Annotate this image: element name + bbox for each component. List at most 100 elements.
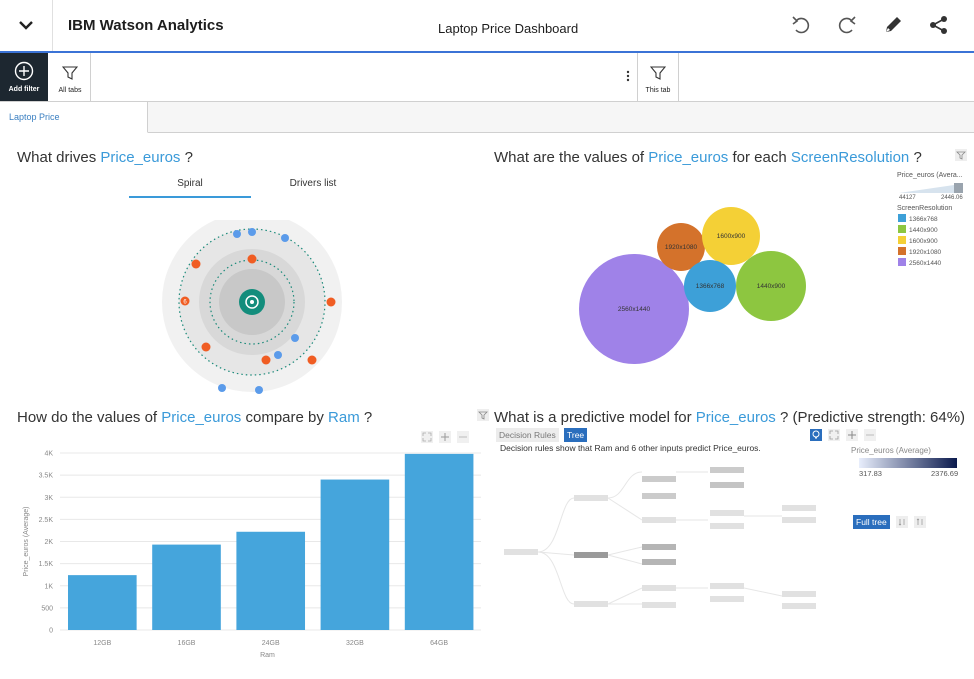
filter-icon[interactable] <box>477 408 489 421</box>
y-tick-label: 0 <box>49 628 53 635</box>
x-tick-label: 16GB <box>178 640 196 647</box>
zoom-out-icon[interactable] <box>864 428 876 441</box>
tab-spiral[interactable]: Spiral <box>129 178 251 198</box>
zoom-in-icon[interactable] <box>846 428 858 441</box>
target-keyword[interactable]: Price_euros <box>648 149 728 166</box>
model-panel-title: What is a predictive model for Price_eur… <box>494 409 965 426</box>
bubble-panel-title: What are the values of Price_euros for e… <box>494 149 922 166</box>
all-tabs-label: All tabs <box>58 87 82 94</box>
share-icon[interactable] <box>928 14 950 36</box>
tree-node[interactable] <box>642 602 676 608</box>
tree-node[interactable] <box>642 493 676 499</box>
bar[interactable] <box>68 575 137 630</box>
x-tick-label: 24GB <box>262 640 280 647</box>
driver-node[interactable] <box>218 384 226 392</box>
more-options-icon[interactable] <box>624 67 632 85</box>
tree-node[interactable] <box>642 544 676 550</box>
driver-node[interactable] <box>248 228 256 236</box>
y-tick-label: 1.5K <box>39 561 54 568</box>
bar[interactable] <box>404 453 474 630</box>
driver-node[interactable] <box>274 351 282 359</box>
filter-icon <box>650 66 666 80</box>
category-keyword[interactable]: Ram <box>328 409 360 426</box>
fit-screen-icon[interactable] <box>828 428 840 441</box>
legend-item[interactable]: 1920x1080 <box>898 247 941 256</box>
tree-node[interactable] <box>782 603 816 609</box>
driver-node[interactable] <box>307 355 317 365</box>
sort-ascending-icon[interactable] <box>896 515 908 528</box>
filter-icon[interactable] <box>955 148 967 161</box>
add-filter-button[interactable]: Add filter <box>0 53 48 101</box>
tree-node[interactable] <box>710 596 744 602</box>
x-tick-label: 64GB <box>430 640 448 647</box>
undo-icon[interactable] <box>790 14 812 36</box>
legend-item[interactable]: 2560x1440 <box>898 258 941 267</box>
full-tree-button[interactable]: Full tree <box>853 515 890 529</box>
tree-node[interactable] <box>642 476 676 482</box>
edit-pencil-icon[interactable] <box>882 14 904 36</box>
tree-node[interactable] <box>710 583 744 589</box>
legend-item[interactable]: 1366x768 <box>898 214 938 223</box>
tree-node[interactable] <box>642 517 676 523</box>
bar-chart[interactable]: 0 500 1K 1.5K 2K 2.5K 3K 3.5K 4K 12GB 16GB 24GB 32GB… <box>15 440 485 665</box>
driver-node[interactable] <box>255 386 263 394</box>
tab-tree[interactable]: Tree <box>564 428 588 442</box>
driver-node[interactable] <box>261 355 271 365</box>
tree-node[interactable] <box>504 549 538 555</box>
tree-node[interactable] <box>782 505 816 511</box>
title-text: compare by <box>245 409 324 426</box>
tree-node[interactable] <box>710 523 744 529</box>
this-tab-filter-button[interactable]: This tab <box>638 53 678 101</box>
tree-node[interactable] <box>574 601 608 607</box>
bar[interactable] <box>320 479 390 630</box>
tree-node[interactable] <box>710 482 744 488</box>
category-keyword[interactable]: ScreenResolution <box>791 149 909 166</box>
driver-node[interactable] <box>291 334 299 342</box>
all-tabs-filter-button[interactable]: All tabs <box>50 53 90 101</box>
lightbulb-icon[interactable] <box>810 428 822 441</box>
tree-node[interactable] <box>710 467 744 473</box>
spiral-visualization[interactable]: 6 <box>160 220 344 404</box>
driver-node[interactable] <box>233 230 241 238</box>
legend-item[interactable]: 1600x900 <box>898 236 938 245</box>
chevron-down-icon[interactable] <box>0 0 53 51</box>
legend-label: 1600x900 <box>909 238 938 245</box>
legend-item[interactable]: 1440x900 <box>898 225 938 234</box>
add-filter-label: Add filter <box>8 86 40 93</box>
tab-decision-rules[interactable]: Decision Rules <box>496 428 559 442</box>
target-keyword[interactable]: Price_euros <box>161 409 241 426</box>
driver-node[interactable] <box>201 342 211 352</box>
app-header: IBM Watson Analytics Laptop Price Dashbo… <box>0 0 974 53</box>
bar[interactable] <box>152 544 221 630</box>
bubble-label: 1600x900 <box>717 233 746 240</box>
tree-node[interactable] <box>574 552 608 558</box>
bubble-chart[interactable]: 2560x1440 1920x1080 1600x900 1366x768 14… <box>570 200 815 370</box>
driver-node[interactable] <box>191 259 201 269</box>
y-tick-label: 4K <box>44 451 53 458</box>
target-keyword[interactable]: Price_euros <box>100 149 180 166</box>
target-keyword[interactable]: Price_euros <box>696 409 776 426</box>
bubble-label: 2560x1440 <box>618 306 651 313</box>
driver-node[interactable] <box>247 254 257 264</box>
tree-node[interactable] <box>782 517 816 523</box>
tab-drivers-list[interactable]: Drivers list <box>252 178 374 198</box>
bubble-label: 1366x768 <box>696 283 725 290</box>
tab-laptop-price[interactable]: Laptop Price <box>0 102 148 133</box>
tree-node[interactable] <box>574 495 608 501</box>
tree-node[interactable] <box>710 510 744 516</box>
tree-node[interactable] <box>642 559 676 565</box>
redo-icon[interactable] <box>836 14 858 36</box>
y-tick-label: 3.5K <box>39 473 54 480</box>
sort-descending-icon[interactable] <box>914 515 926 528</box>
bubble-label: 1440x900 <box>757 283 786 290</box>
tree-node[interactable] <box>782 591 816 597</box>
tree-node[interactable] <box>642 585 676 591</box>
driver-node[interactable] <box>326 297 336 307</box>
decision-tree[interactable] <box>500 460 830 635</box>
bar[interactable] <box>236 531 306 630</box>
size-legend-max: 2446.06 <box>941 195 963 201</box>
legend-label: 1440x900 <box>909 227 938 234</box>
y-tick-label: 2K <box>44 539 53 546</box>
y-tick-label: 2.5K <box>39 517 54 524</box>
driver-node[interactable] <box>281 234 289 242</box>
